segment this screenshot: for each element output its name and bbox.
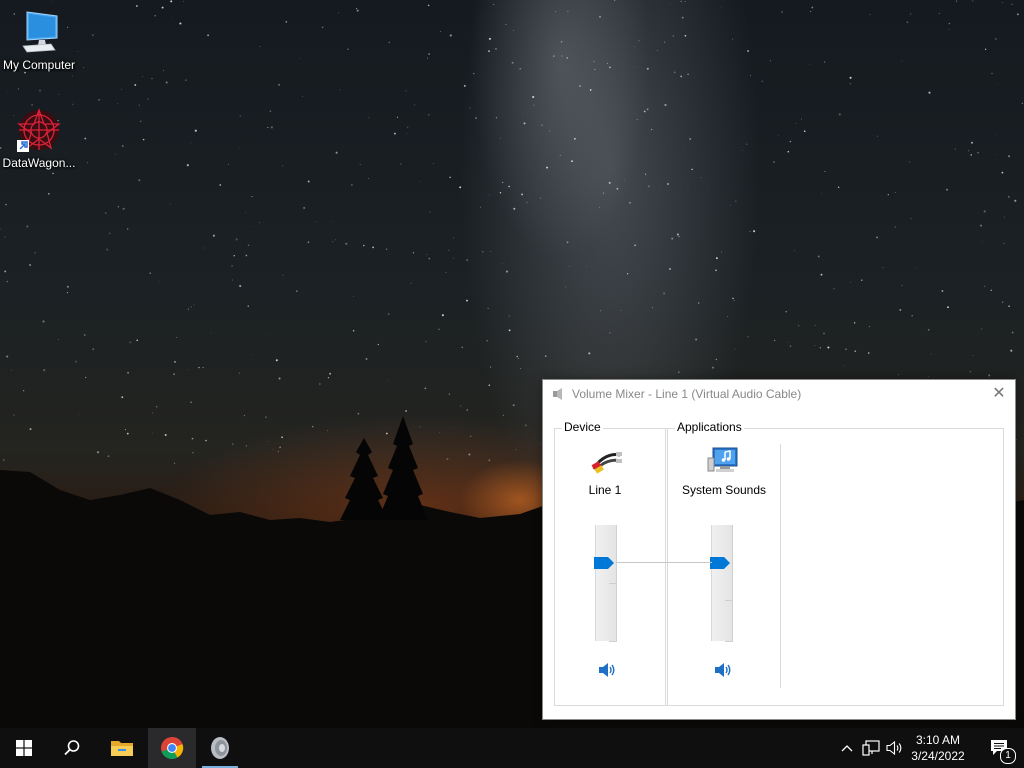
- desktop-icon-datawagon[interactable]: DataWagon...: [0, 106, 78, 170]
- desktop-icon-label: My Computer: [2, 58, 76, 72]
- clock-time: 3:10 AM: [915, 733, 961, 747]
- notification-count-badge: 1: [1000, 748, 1016, 764]
- monitor-icon: [15, 8, 63, 56]
- close-button[interactable]: ✕: [983, 380, 1015, 409]
- window-title: Volume Mixer - Line 1 (Virtual Audio Cab…: [572, 387, 802, 401]
- slider-tick: [609, 641, 617, 642]
- network-button[interactable]: [859, 728, 883, 768]
- speaker-icon: [552, 387, 566, 401]
- clock[interactable]: 3:10 AM 3/24/2022: [906, 732, 970, 764]
- channel-name: Line 1: [588, 483, 622, 497]
- speaker-app-icon: [211, 737, 229, 759]
- channel-divider: [780, 444, 781, 688]
- title-bar[interactable]: Volume Mixer - Line 1 (Virtual Audio Cab…: [543, 380, 1015, 409]
- taskbar: 3:10 AM 3/24/2022 1: [0, 728, 1024, 768]
- audio-cable-icon[interactable]: [590, 447, 624, 475]
- slider-link-line: [616, 562, 712, 564]
- channel-name: System Sounds: [681, 483, 767, 497]
- volume-button[interactable]: [883, 728, 907, 768]
- mute-button[interactable]: [598, 662, 616, 678]
- volume-mixer-window[interactable]: Volume Mixer - Line 1 (Virtual Audio Cab…: [542, 379, 1016, 720]
- desktop-icon-my-computer[interactable]: My Computer: [0, 8, 78, 72]
- section-divider: [665, 428, 666, 705]
- start-icon: [16, 740, 32, 756]
- slider-thumb[interactable]: [710, 556, 730, 570]
- network-icon: [862, 740, 880, 756]
- search-icon: [64, 740, 80, 756]
- slider-thumb[interactable]: [594, 556, 614, 570]
- chrome-icon: [161, 736, 184, 760]
- applications-section-label: Applications: [675, 420, 744, 434]
- start-button[interactable]: [0, 728, 48, 768]
- file-explorer-button[interactable]: [98, 728, 146, 768]
- speaker-volume-icon: [886, 740, 902, 756]
- slider-tick: [725, 641, 733, 642]
- desktop: My Computer DataWagon... Volume Mixer - …: [0, 0, 1024, 728]
- show-hidden-icons-button[interactable]: [836, 728, 858, 768]
- slider-tick: [725, 600, 733, 601]
- file-explorer-icon: [111, 741, 133, 756]
- chevron-up-icon: [841, 745, 853, 752]
- system-sounds-icon[interactable]: [706, 446, 740, 474]
- slider-tick: [609, 583, 617, 584]
- desktop-icon-label: DataWagon...: [2, 156, 76, 170]
- mute-button[interactable]: [714, 662, 732, 678]
- device-section-label: Device: [562, 420, 603, 434]
- chrome-button[interactable]: [148, 728, 196, 768]
- search-button[interactable]: [48, 728, 96, 768]
- datawagon-icon: [15, 106, 63, 154]
- system-sounds-volume-slider[interactable]: [711, 525, 733, 641]
- volume-mixer-taskbar-button[interactable]: [198, 728, 242, 768]
- section-divider: [667, 428, 668, 705]
- clock-date: 3/24/2022: [911, 749, 965, 763]
- action-center-button[interactable]: 1: [978, 728, 1024, 768]
